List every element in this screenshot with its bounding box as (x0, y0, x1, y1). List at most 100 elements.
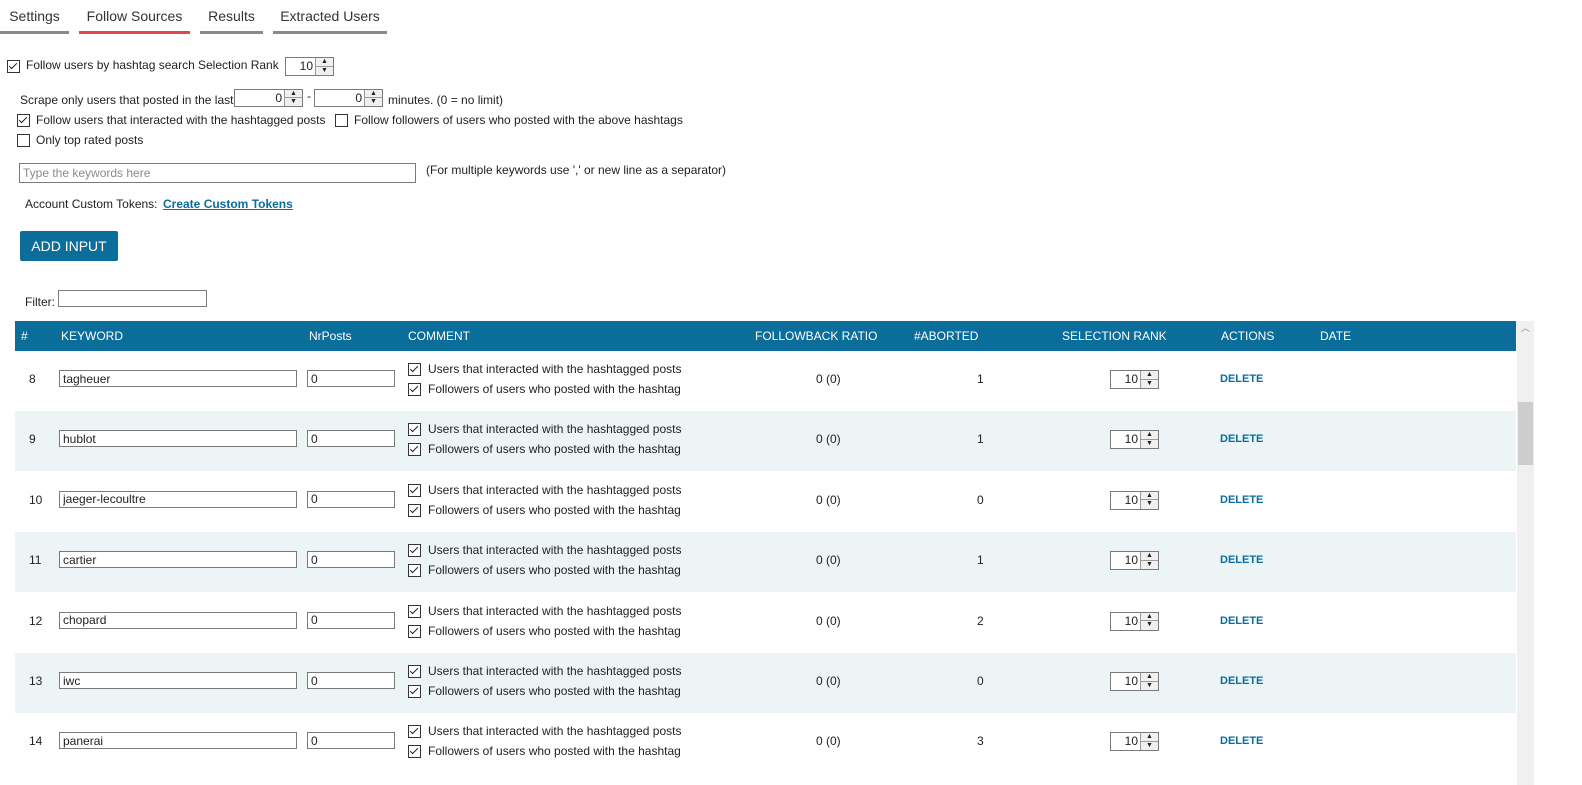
comment-followers-checkbox[interactable] (408, 383, 421, 396)
comment-interacted-checkbox[interactable] (408, 604, 421, 618)
comment-interacted-checkbox[interactable] (408, 363, 421, 376)
delete-button[interactable]: DELETE (1220, 554, 1263, 566)
spinner-up-icon[interactable]: ▲ (1141, 552, 1158, 561)
comment-followers-label: Followers of users who posted with the h… (428, 563, 681, 578)
keyword-field[interactable] (59, 611, 297, 629)
spinner-down-icon[interactable]: ▼ (1141, 500, 1158, 509)
keyword-field[interactable] (59, 551, 297, 569)
comment-interacted-checkbox[interactable] (408, 665, 421, 678)
comment-followers-checkbox[interactable] (408, 564, 421, 578)
delete-button[interactable]: DELETE (1220, 494, 1263, 506)
delete-button[interactable]: DELETE (1220, 615, 1263, 627)
table-row: 10 Users that interacted with the hashtag… (15, 472, 1516, 532)
row-rank-spinner[interactable]: 10 ▲ ▼ (1110, 490, 1159, 510)
nrposts-field[interactable] (307, 370, 395, 387)
scrollbar-thumb[interactable] (1518, 402, 1533, 465)
col-selection-rank[interactable]: SELECTION RANK (1062, 321, 1167, 351)
comment-followers-checkbox[interactable] (408, 685, 421, 698)
nrposts-field[interactable] (307, 672, 395, 689)
spinner-up-icon[interactable]: ▲ (1141, 371, 1158, 380)
spinner-up-icon[interactable]: ▲ (1141, 492, 1158, 501)
comment-followers-checkbox[interactable] (408, 503, 421, 517)
col-date[interactable]: DATE (1320, 321, 1351, 351)
follow-hashtag-checkbox[interactable] (7, 60, 20, 73)
scroll-up-icon[interactable]: ︿ (1517, 321, 1534, 335)
comment-interacted-checkbox[interactable] (408, 544, 421, 558)
selection-rank-spinner[interactable]: 10 ▲ ▼ (285, 57, 334, 76)
add-input-button[interactable]: ADD INPUT (20, 231, 118, 261)
col-followback-ratio[interactable]: FOLLOWBACK RATIO (755, 321, 877, 351)
comment-interacted-checkbox[interactable] (408, 483, 421, 497)
create-tokens-link[interactable]: Create Custom Tokens (163, 197, 293, 211)
spinner-down-icon[interactable]: ▼ (316, 67, 333, 76)
spinner-up-icon[interactable]: ▲ (365, 90, 382, 98)
spinner-up-icon[interactable]: ▲ (1141, 613, 1158, 622)
tab-extracted-users[interactable]: Extracted Users (273, 0, 387, 34)
followers-checkbox[interactable] (335, 114, 348, 127)
spinner-down-icon[interactable]: ▼ (1141, 561, 1158, 570)
spinner-down-icon[interactable]: ▼ (1141, 682, 1158, 691)
spinner-up-icon[interactable]: ▲ (316, 58, 333, 67)
tokens-label: Account Custom Tokens: (25, 197, 158, 211)
spinner-down-icon[interactable]: ▼ (1141, 621, 1158, 630)
row-rank-spinner[interactable]: 10 ▲ ▼ (1110, 732, 1159, 752)
keywords-input[interactable] (19, 163, 416, 183)
row-rank-spinner[interactable]: 10 ▲ ▼ (1110, 672, 1159, 691)
comment-followers-checkbox[interactable] (408, 745, 421, 759)
col-keyword[interactable]: KEYWORD (61, 321, 123, 351)
spinner-down-icon[interactable]: ▼ (285, 98, 302, 106)
comment-followers-label: Followers of users who posted with the h… (428, 744, 681, 759)
keyword-field[interactable] (59, 672, 297, 689)
nrposts-field[interactable] (307, 611, 395, 629)
comment-followers-checkbox[interactable] (408, 443, 421, 457)
row-number: 13 (29, 674, 43, 688)
filter-label: Filter: (25, 295, 55, 309)
top-rated-checkbox[interactable] (17, 134, 30, 147)
tab-settings[interactable]: Settings (0, 0, 69, 34)
nrposts-field[interactable] (307, 430, 395, 448)
comment-interacted-checkbox[interactable] (408, 725, 421, 739)
col-comment[interactable]: COMMENT (408, 321, 470, 351)
followback-ratio: 0 (0) (816, 613, 841, 628)
keyword-field[interactable] (59, 732, 297, 750)
spinner-up-icon[interactable]: ▲ (1141, 673, 1158, 682)
comment-interacted-label: Users that interacted with the hashtagge… (428, 724, 682, 739)
nrposts-field[interactable] (307, 732, 395, 750)
scrape-min-spinner[interactable]: 0 ▲ ▼ (234, 89, 303, 107)
tab-follow-sources[interactable]: Follow Sources (79, 0, 190, 34)
scrape-max-spinner[interactable]: 0 ▲ ▼ (314, 89, 383, 107)
row-rank-spinner[interactable]: 10 ▲ ▼ (1110, 551, 1159, 571)
comment-followers-checkbox[interactable] (408, 624, 421, 638)
followback-ratio: 0 (0) (816, 432, 841, 447)
delete-button[interactable]: DELETE (1220, 735, 1263, 747)
nrposts-field[interactable] (307, 490, 395, 508)
comment-interacted-label: Users that interacted with the hashtagge… (428, 422, 682, 437)
row-rank-spinner[interactable]: 10 ▲ ▼ (1110, 611, 1159, 631)
filter-input[interactable] (58, 290, 207, 307)
spinner-down-icon[interactable]: ▼ (1141, 380, 1158, 389)
spinner-down-icon[interactable]: ▼ (1141, 440, 1158, 449)
row-rank-spinner[interactable]: 10 ▲ ▼ (1110, 430, 1159, 450)
comment-interacted-label: Users that interacted with the hashtagge… (428, 543, 682, 558)
spinner-up-icon[interactable]: ▲ (1141, 431, 1158, 440)
col-aborted[interactable]: #ABORTED (914, 321, 978, 351)
tab-results[interactable]: Results (200, 0, 263, 34)
delete-button[interactable]: DELETE (1220, 675, 1263, 687)
spinner-up-icon[interactable]: ▲ (1141, 733, 1158, 742)
delete-button[interactable]: DELETE (1220, 433, 1263, 445)
keyword-field[interactable] (59, 370, 297, 387)
row-number: 9 (29, 432, 36, 447)
spinner-down-icon[interactable]: ▼ (1141, 742, 1158, 751)
table-scrollbar[interactable] (1517, 321, 1534, 785)
comment-followers-label: Followers of users who posted with the h… (428, 623, 681, 638)
row-rank-spinner[interactable]: 10 ▲ ▼ (1110, 370, 1159, 389)
spinner-down-icon[interactable]: ▼ (365, 98, 382, 106)
spinner-up-icon[interactable]: ▲ (285, 90, 302, 98)
col-nrposts[interactable]: NrPosts (309, 321, 352, 351)
comment-interacted-checkbox[interactable] (408, 423, 421, 437)
keyword-field[interactable] (59, 430, 297, 448)
interacted-checkbox[interactable] (17, 114, 30, 127)
nrposts-field[interactable] (307, 551, 395, 569)
delete-button[interactable]: DELETE (1220, 373, 1263, 385)
keyword-field[interactable] (59, 490, 297, 508)
